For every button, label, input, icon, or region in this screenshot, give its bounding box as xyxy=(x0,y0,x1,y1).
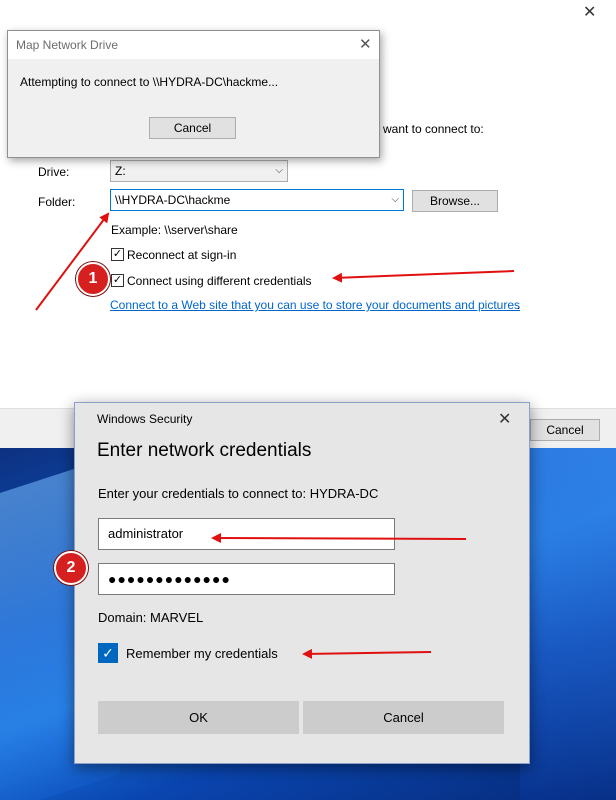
reconnect-label: Reconnect at sign-in xyxy=(127,248,237,262)
windows-security-dialog: Windows Security ✕ Enter network credent… xyxy=(74,402,530,764)
folder-input-value: \\HYDRA-DC\hackme xyxy=(115,193,231,207)
web-site-link[interactable]: Connect to a Web site that you can use t… xyxy=(110,298,520,312)
different-credentials-checkbox[interactable]: ✓ xyxy=(111,274,124,287)
remember-credentials-label: Remember my credentials xyxy=(126,646,278,661)
browse-button[interactable]: Browse... xyxy=(412,190,498,212)
security-cancel-button[interactable]: Cancel xyxy=(303,701,504,734)
chevron-down-icon: ⌵ xyxy=(391,194,399,205)
chevron-down-icon: ⌵ xyxy=(275,165,283,176)
close-icon[interactable]: ✕ xyxy=(359,35,372,53)
ok-button[interactable]: OK xyxy=(98,701,299,734)
link-suffix: . xyxy=(517,298,521,312)
connecting-dialog: Map Network Drive ✕ Attempting to connec… xyxy=(7,30,380,158)
connecting-message: Attempting to connect to \\HYDRA-DC\hack… xyxy=(20,75,279,89)
dialog-titlebar: Map Network Drive ✕ xyxy=(8,31,379,59)
dialog-body: Attempting to connect to \\HYDRA-DC\hack… xyxy=(8,59,379,157)
step-badge-1: 1 xyxy=(76,262,110,296)
dialog-title: Map Network Drive xyxy=(16,38,119,52)
remember-credentials-checkbox[interactable]: ✓ xyxy=(98,643,118,663)
drive-select-value: Z: xyxy=(115,164,126,178)
drive-select[interactable]: Z: ⌵ xyxy=(110,160,288,182)
reconnect-checkbox[interactable]: ✓ xyxy=(111,248,124,261)
connecting-cancel-button[interactable]: Cancel xyxy=(149,117,236,139)
dialog-caption: Windows Security xyxy=(97,412,193,426)
folder-label: Folder: xyxy=(38,195,76,209)
close-icon[interactable]: ✕ xyxy=(498,409,511,429)
different-credentials-label: Connect using different credentials xyxy=(127,274,312,288)
password-field[interactable]: ●●●●●●●●●●●●● xyxy=(98,563,395,595)
domain-text: Domain: MARVEL xyxy=(98,610,204,625)
connect-prompt-text: want to connect to: xyxy=(383,122,484,136)
wizard-cancel-button[interactable]: Cancel xyxy=(530,419,600,441)
drive-label: Drive: xyxy=(38,165,70,179)
wallpaper-light-beam xyxy=(520,440,616,800)
username-field[interactable]: administrator xyxy=(98,518,395,550)
close-icon[interactable]: ✕ xyxy=(583,2,596,22)
dialog-heading: Enter network credentials xyxy=(97,440,312,461)
dialog-subtitle: Enter your credentials to connect to: HY… xyxy=(98,486,379,501)
folder-input[interactable]: \\HYDRA-DC\hackme ⌵ xyxy=(110,189,404,211)
step-badge-2: 2 xyxy=(54,551,88,585)
example-text: Example: \\server\share xyxy=(111,223,238,237)
